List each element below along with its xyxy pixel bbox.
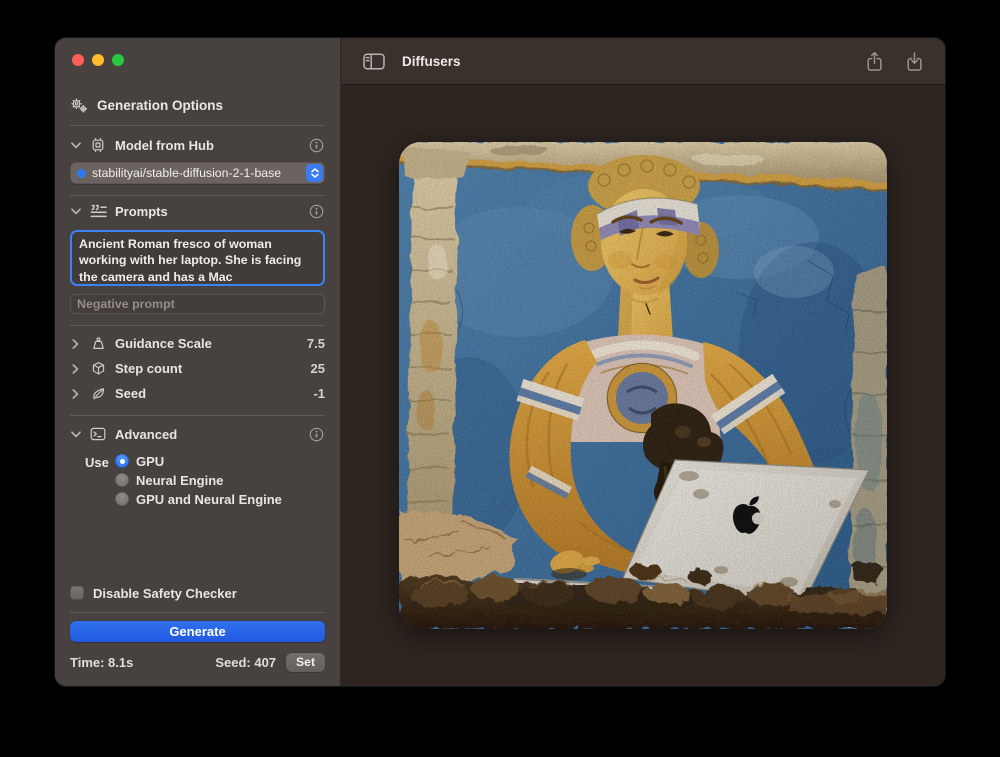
divider (70, 325, 325, 326)
divider (70, 125, 325, 126)
download-icon[interactable] (906, 51, 923, 72)
radio-icon (115, 492, 129, 506)
model-status-dot (77, 169, 86, 178)
model-select-dropdown[interactable]: stabilityai/stable-diffusion-2-1-base (70, 162, 325, 184)
sidebar-spacer (70, 506, 325, 583)
radio-0[interactable]: GPU (115, 454, 282, 468)
chevron-down-icon (70, 208, 81, 215)
model-select-value: stabilityai/stable-diffusion-2-1-base (92, 166, 281, 180)
radio-icon (115, 454, 129, 468)
window-controls (72, 54, 323, 66)
prompts-section-header[interactable]: Prompts (70, 199, 325, 223)
chevron-right-icon (70, 339, 81, 349)
terminal-icon (89, 427, 107, 441)
prompt-field-wrap: Ancient Roman fresco of woman working wi… (70, 230, 325, 286)
generated-image[interactable] (399, 142, 887, 629)
model-info-icon[interactable] (307, 138, 325, 153)
param-row-guidance-scale[interactable]: Guidance Scale 7.5 (70, 331, 325, 356)
divider (70, 195, 325, 196)
divider (70, 612, 325, 613)
window-title: Diffusers (402, 54, 461, 69)
sidebar: Generation Options Model from Hub (55, 38, 341, 686)
steps-cube-icon (89, 361, 107, 376)
chevron-right-icon (70, 364, 81, 374)
checkbox-icon[interactable] (70, 586, 84, 600)
generation-options-header: Generation Options (70, 97, 325, 114)
set-seed-button[interactable]: Set (286, 653, 325, 672)
compute-unit-group: Use GPU Neural Engine GPU and Neural Eng… (85, 454, 325, 506)
generate-button[interactable]: Generate (70, 621, 325, 642)
generation-options-label: Generation Options (97, 98, 223, 113)
close-button[interactable] (72, 54, 84, 66)
radio-icon (115, 473, 129, 487)
model-section-label: Model from Hub (115, 138, 214, 153)
chevron-down-icon (70, 431, 81, 438)
advanced-section-label: Advanced (115, 427, 177, 442)
desktop: Generation Options Model from Hub (0, 0, 1000, 757)
seed-status: Seed: 407 (215, 655, 276, 670)
seed-leaf-icon (89, 386, 107, 401)
param-row-step-count[interactable]: Step count 25 (70, 356, 325, 381)
advanced-info-icon[interactable] (307, 427, 325, 442)
radio-label: GPU and Neural Engine (136, 492, 282, 507)
app-window: Generation Options Model from Hub (55, 38, 945, 686)
negative-prompt-input[interactable] (70, 294, 325, 314)
model-section-header[interactable]: Model from Hub (70, 133, 325, 157)
prompt-input[interactable]: Ancient Roman fresco of woman working wi… (73, 233, 322, 283)
param-label: Seed (115, 386, 146, 401)
prompts-section-label: Prompts (115, 204, 168, 219)
param-value: 25 (311, 361, 325, 376)
zoom-button[interactable] (112, 54, 124, 66)
use-label: Use (85, 454, 115, 470)
main-pane: Diffusers (341, 38, 945, 686)
chevron-down-icon (70, 142, 81, 149)
status-bar: Time: 8.1s Seed: 407 Set (70, 652, 325, 686)
chevron-right-icon (70, 389, 81, 399)
safety-checker-label: Disable Safety Checker (93, 586, 237, 601)
radio-1[interactable]: Neural Engine (115, 473, 282, 487)
param-label: Guidance Scale (115, 336, 212, 351)
advanced-section-header[interactable]: Advanced (70, 422, 325, 446)
model-chip-icon (89, 137, 107, 153)
param-value: 7.5 (307, 336, 325, 351)
scale-icon (89, 336, 107, 351)
param-row-seed[interactable]: Seed -1 (70, 381, 325, 406)
prompts-quote-icon (89, 204, 107, 218)
safety-checker-row[interactable]: Disable Safety Checker (70, 583, 325, 603)
sidebar-toggle-icon[interactable] (363, 53, 385, 70)
radio-2[interactable]: GPU and Neural Engine (115, 492, 282, 506)
prompts-info-icon[interactable] (307, 204, 325, 219)
divider (70, 415, 325, 416)
time-status: Time: 8.1s (70, 655, 133, 670)
titlebar: Diffusers (341, 38, 945, 85)
share-icon[interactable] (866, 51, 883, 72)
dropdown-stepper-icon (306, 164, 323, 182)
param-value: -1 (313, 386, 325, 401)
minimize-button[interactable] (92, 54, 104, 66)
radio-label: Neural Engine (136, 473, 223, 488)
canvas-area (341, 85, 945, 686)
radio-label: GPU (136, 454, 164, 469)
gears-icon (70, 97, 88, 114)
param-label: Step count (115, 361, 182, 376)
